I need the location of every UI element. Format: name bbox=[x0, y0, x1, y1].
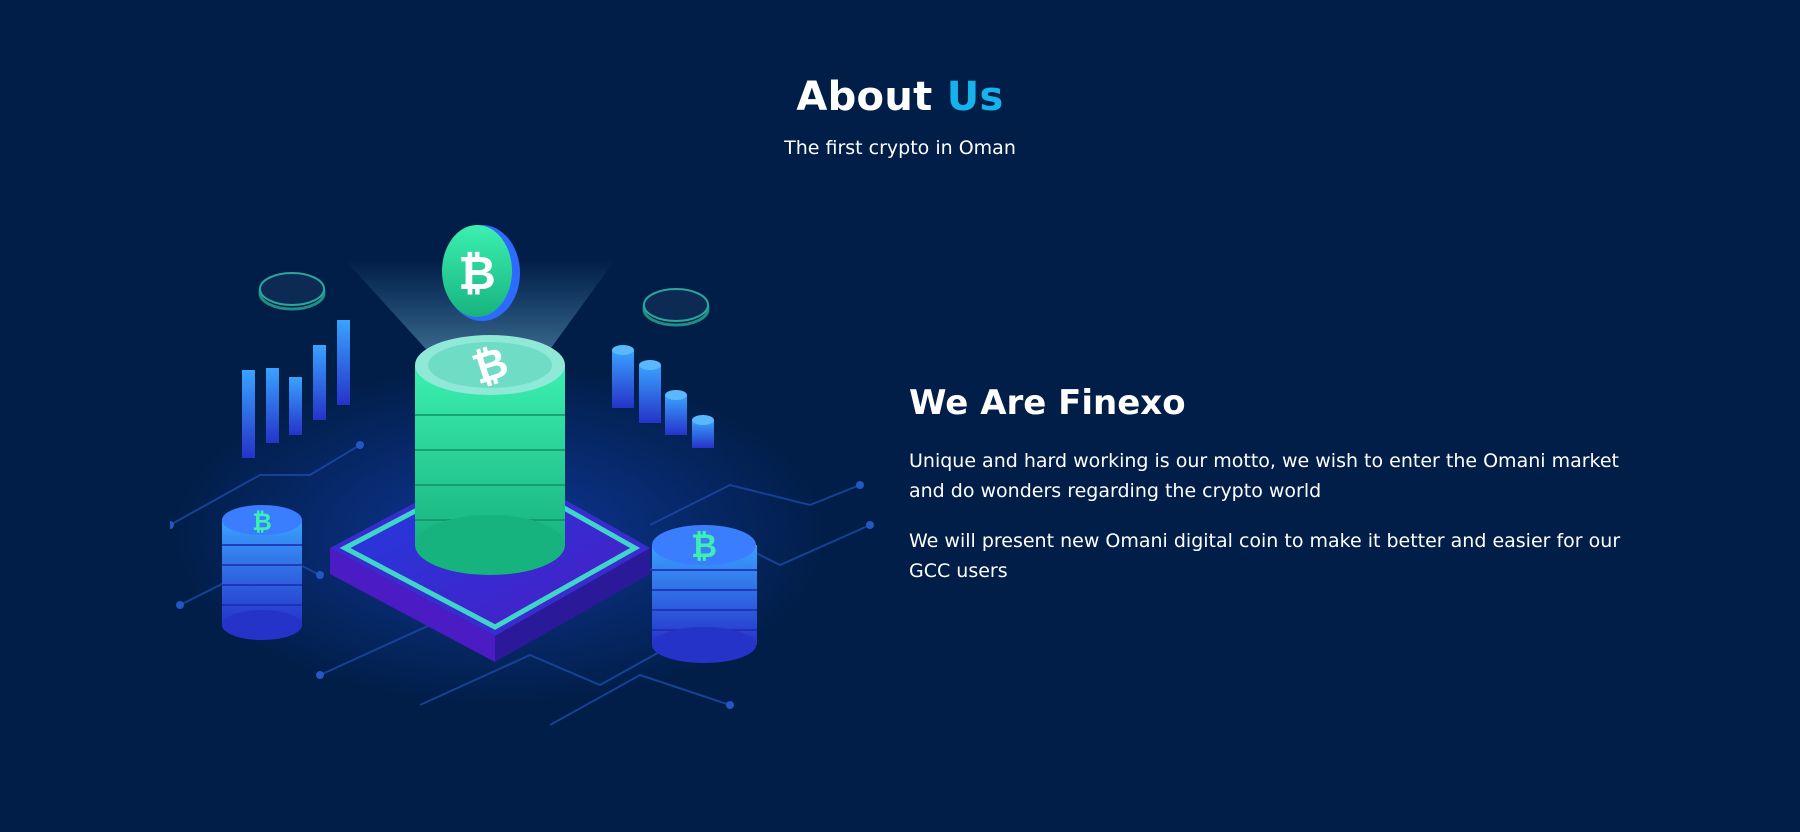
about-paragraph-2: We will present new Omani digital coin t… bbox=[909, 530, 1621, 582]
about-section: About Us The first crypto in Oman ₿ ₿ ₿ … bbox=[0, 0, 1800, 832]
svg-text:₿: ₿ bbox=[458, 246, 496, 300]
section-title: About Us bbox=[0, 70, 1800, 124]
crypto-illustration: ₿ ₿ ₿ ₿ bbox=[170, 205, 890, 765]
isometric-crypto-coins-icon: ₿ ₿ ₿ ₿ bbox=[170, 225, 874, 726]
section-title-main: About bbox=[796, 74, 933, 120]
svg-text:₿: ₿ bbox=[691, 527, 717, 565]
about-content: We Are Finexo Unique and hard working is… bbox=[909, 380, 1629, 606]
about-heading: We Are Finexo bbox=[909, 383, 1186, 423]
section-subtitle: The first crypto in Oman bbox=[784, 137, 1016, 159]
about-paragraph-1: Unique and hard working is our motto, we… bbox=[909, 450, 1619, 502]
section-title-accent: Us bbox=[946, 74, 1004, 120]
section-heading: About Us The first crypto in Oman bbox=[0, 70, 1800, 160]
svg-text:₿: ₿ bbox=[252, 508, 272, 536]
